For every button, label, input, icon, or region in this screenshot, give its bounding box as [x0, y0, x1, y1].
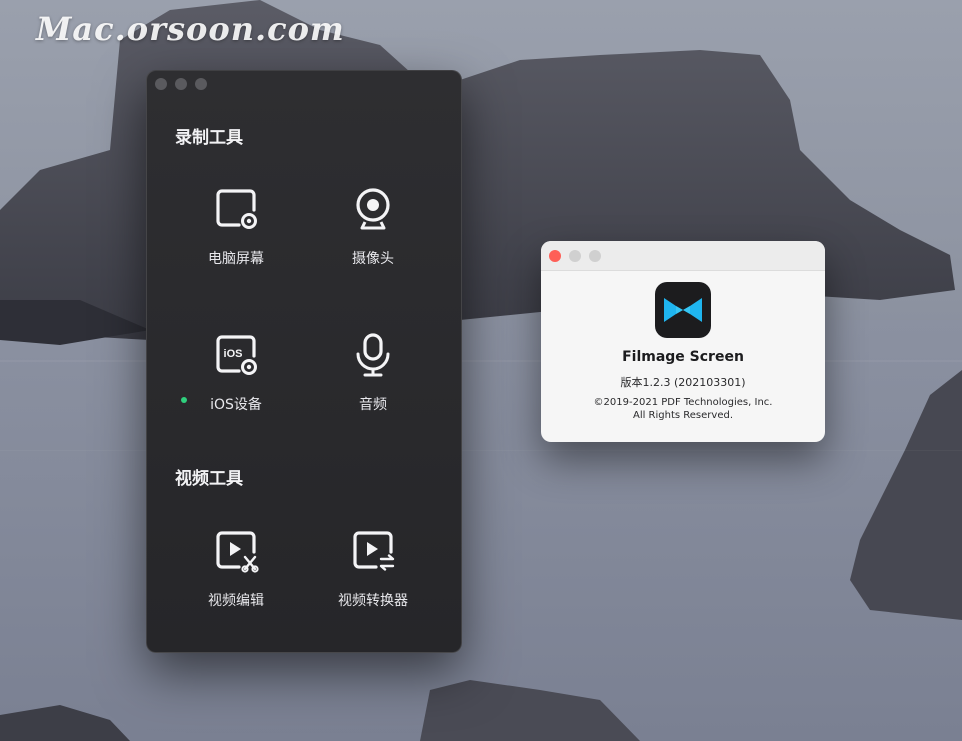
- tool-edit-label: 视频编辑: [208, 593, 264, 609]
- filmage-main-window: 录制工具 电脑屏幕 摄像头 iOS iOS设备 音频 视频工具 视频编辑 视频转…: [146, 70, 462, 653]
- tool-convert-label: 视频转换器: [338, 593, 408, 609]
- filmage-app-icon: [655, 282, 711, 338]
- ios-connected-indicator: [181, 397, 187, 403]
- section-title-video: 视频工具: [175, 469, 243, 489]
- tool-ios-label: iOS设备: [210, 397, 262, 413]
- zoom-button[interactable]: [195, 78, 207, 90]
- video-edit-icon: [216, 531, 259, 573]
- screen-record-icon: [216, 189, 257, 229]
- copyright-text: ©2019-2021 PDF Technologies, Inc.: [593, 397, 773, 408]
- tool-screen-record[interactable]: 电脑屏幕: [168, 184, 304, 268]
- tool-camera[interactable]: 摄像头: [305, 184, 441, 268]
- about-close-button[interactable]: [549, 250, 561, 262]
- tool-camera-label: 摄像头: [352, 251, 394, 267]
- close-button[interactable]: [155, 78, 167, 90]
- about-minimize-button[interactable]: [569, 250, 581, 262]
- app-version: 版本1.2.3 (202103301): [620, 376, 746, 389]
- tool-audio-label: 音频: [359, 397, 387, 413]
- about-window: Filmage Screen 版本1.2.3 (202103301) ©2019…: [541, 241, 825, 442]
- about-zoom-button[interactable]: [589, 250, 601, 262]
- svg-text:iOS: iOS: [224, 348, 243, 360]
- tool-video-edit[interactable]: 视频编辑: [168, 526, 304, 610]
- tool-screen-label: 电脑屏幕: [208, 251, 264, 267]
- minimize-button[interactable]: [175, 78, 187, 90]
- about-titlebar: [541, 241, 825, 271]
- ios-device-icon: iOS: [216, 335, 257, 375]
- tool-ios-device[interactable]: iOS iOS设备: [168, 330, 304, 414]
- copyright-block: ©2019-2021 PDF Technologies, Inc. All Ri…: [541, 396, 825, 422]
- tool-audio[interactable]: 音频: [305, 330, 441, 414]
- tool-video-convert[interactable]: 视频转换器: [305, 526, 441, 610]
- microphone-icon: [356, 333, 390, 377]
- window-controls: [155, 78, 207, 90]
- webcam-icon: [356, 188, 390, 230]
- rights-text: All Rights Reserved.: [632, 410, 734, 421]
- about-window-controls: [549, 250, 601, 262]
- watermark-text: Mac.orsoon.com: [36, 10, 345, 48]
- section-title-record: 录制工具: [175, 128, 243, 148]
- app-name: Filmage Screen: [622, 349, 744, 365]
- video-convert-icon: [353, 531, 395, 571]
